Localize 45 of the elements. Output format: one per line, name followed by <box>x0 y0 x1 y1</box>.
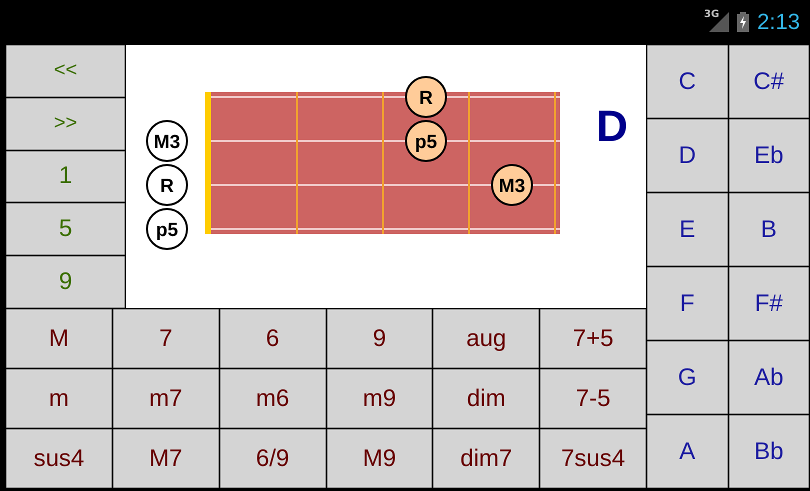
chord-name: D <box>596 102 628 151</box>
key-button[interactable]: B <box>728 193 809 266</box>
chord-type-button[interactable]: 7+5 <box>540 309 646 368</box>
note-marker: R <box>405 76 447 118</box>
key-button[interactable]: C# <box>728 45 809 118</box>
key-button[interactable]: A <box>647 415 728 488</box>
key-button[interactable]: Bb <box>728 415 809 488</box>
chord-type-button[interactable]: aug <box>433 309 540 368</box>
chord-type-button[interactable]: 9 <box>326 309 432 368</box>
chord-type-button[interactable]: m <box>6 369 112 428</box>
chord-type-button[interactable]: dim <box>433 369 540 428</box>
nav-button[interactable]: 5 <box>6 203 125 256</box>
key-button[interactable]: E <box>647 193 728 266</box>
chord-type-button[interactable]: dim7 <box>433 429 540 488</box>
note-marker: M3 <box>491 164 533 206</box>
clock-time: 2:13 <box>757 9 800 35</box>
chord-type-button[interactable]: M <box>6 309 112 368</box>
network-label: 3G <box>704 8 720 20</box>
chord-type-button[interactable]: 6/9 <box>220 429 326 488</box>
nav-button[interactable]: << <box>6 45 125 97</box>
chord-type-button[interactable]: m6 <box>220 369 326 428</box>
key-button[interactable]: Ab <box>728 341 809 414</box>
nav-button[interactable]: 9 <box>6 256 125 308</box>
note-marker: p5 <box>405 120 447 162</box>
chord-type-button[interactable]: 6 <box>220 309 326 368</box>
chord-type-button[interactable]: sus4 <box>6 429 112 488</box>
chord-type-button[interactable]: 7-5 <box>540 369 646 428</box>
key-button[interactable]: F# <box>728 267 809 340</box>
note-marker: R <box>146 164 188 206</box>
chord-type-button[interactable]: M9 <box>326 429 432 488</box>
key-button[interactable]: C <box>647 45 728 118</box>
key-button[interactable]: D <box>647 119 728 192</box>
note-marker: M3 <box>146 120 188 162</box>
key-button[interactable]: Eb <box>728 119 809 192</box>
chord-type-button[interactable]: m7 <box>112 369 219 428</box>
chord-type-button[interactable]: 7sus4 <box>540 429 646 488</box>
nav-button[interactable]: 1 <box>6 150 125 202</box>
battery-charging-icon <box>737 12 750 32</box>
key-button[interactable]: F <box>647 267 728 340</box>
chord-type-button[interactable]: M7 <box>112 429 219 488</box>
nav-button[interactable]: >> <box>6 98 125 150</box>
chord-type-button[interactable]: 7 <box>112 309 219 368</box>
key-button[interactable]: G <box>647 341 728 414</box>
chord-type-button[interactable]: m9 <box>326 369 432 428</box>
note-marker: p5 <box>146 208 188 250</box>
